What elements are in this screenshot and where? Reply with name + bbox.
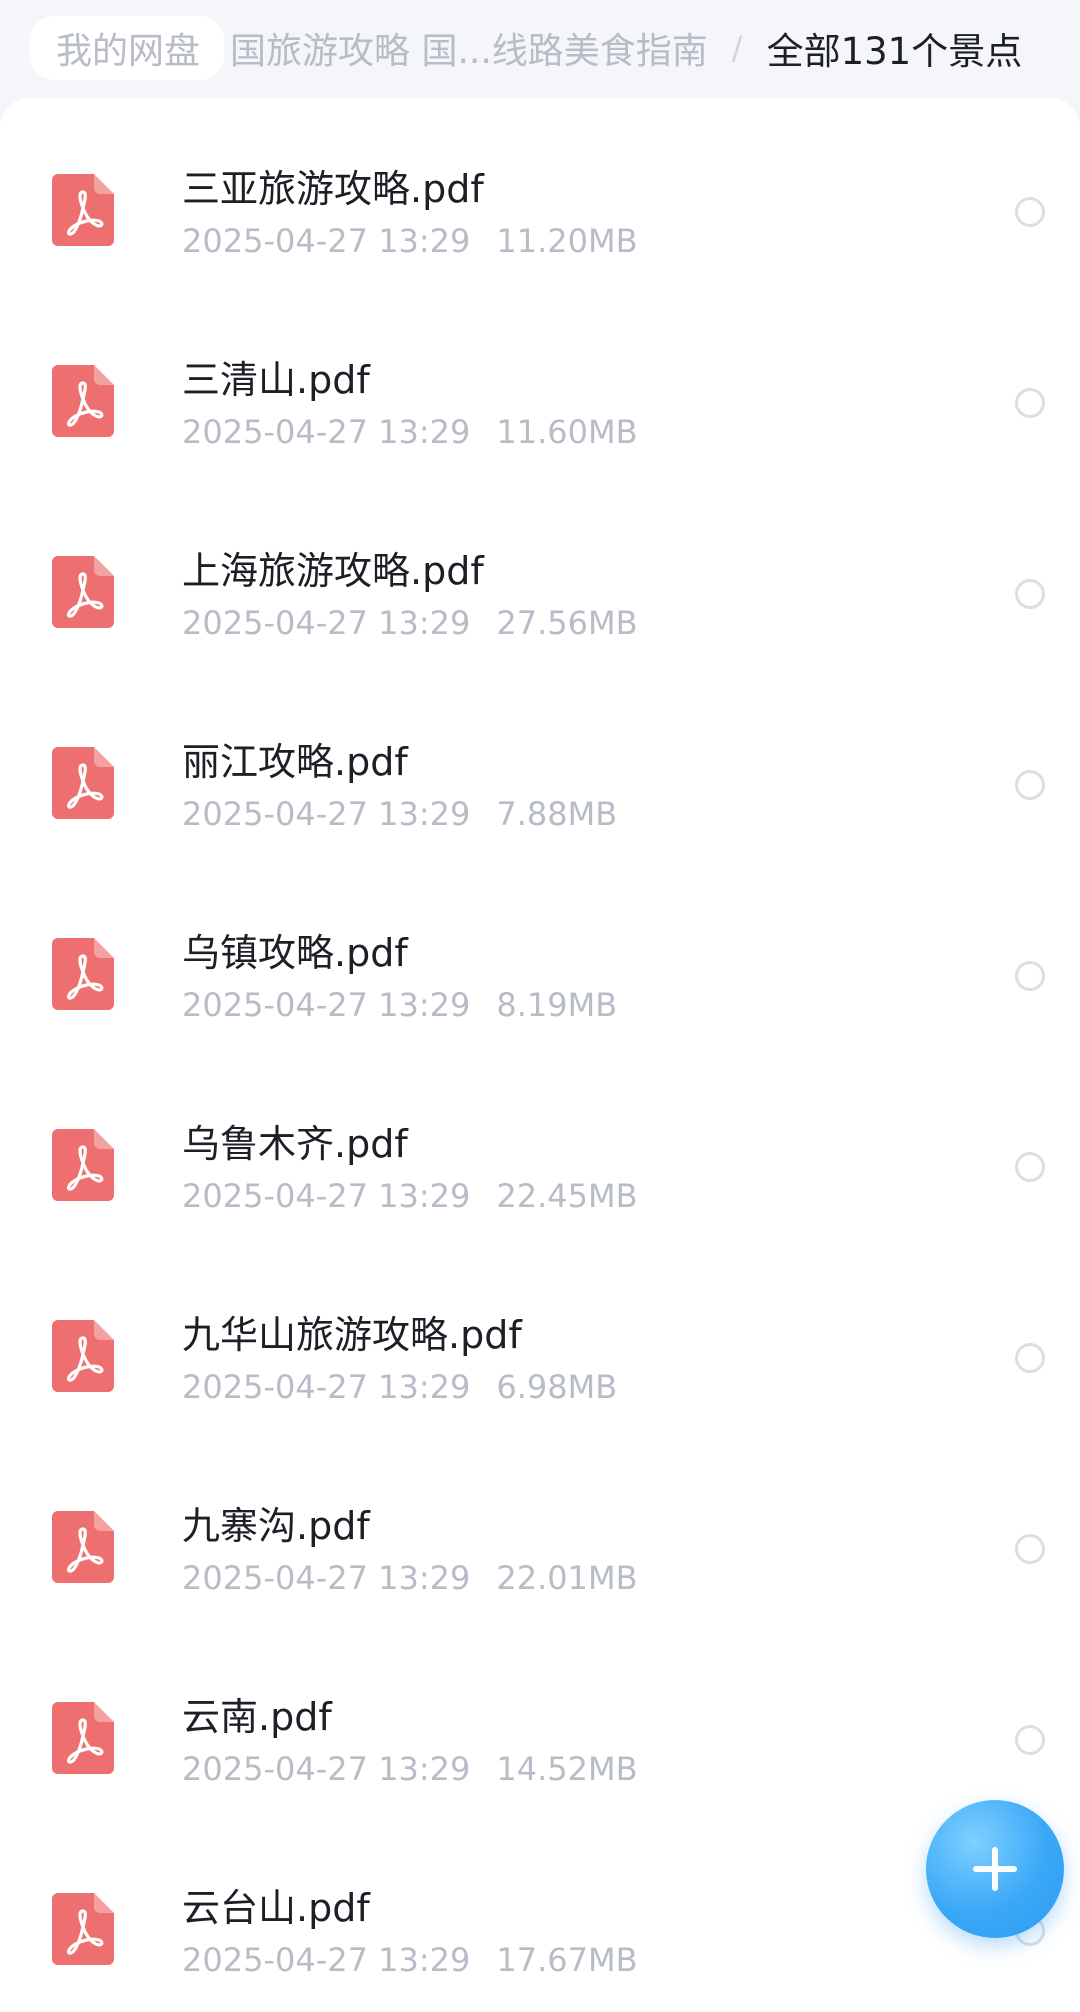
file-size: 22.01MB	[496, 1559, 638, 1597]
file-meta: 2025-04-27 13:29 6.98MB	[182, 1368, 617, 1406]
file-name: 九华山旅游攻略.pdf	[182, 1313, 522, 1357]
breadcrumb-separator: /	[731, 29, 743, 67]
file-size: 14.52MB	[496, 1750, 638, 1788]
file-date: 2025-04-27 13:29	[182, 604, 471, 642]
file-date: 2025-04-27 13:29	[182, 795, 471, 833]
file-name: 云台山.pdf	[182, 1886, 370, 1930]
file-list-card: 三亚旅游攻略.pdf 2025-04-27 13:29 11.20MB 三清山.p…	[0, 98, 1080, 2012]
pdf-icon	[52, 1129, 114, 1201]
file-date: 2025-04-27 13:29	[182, 1750, 471, 1788]
file-name: 三清山.pdf	[182, 358, 370, 402]
file-date: 2025-04-27 13:29	[182, 986, 471, 1024]
select-radio[interactable]	[1015, 1534, 1045, 1564]
file-name: 乌鲁木齐.pdf	[182, 1122, 408, 1166]
file-row[interactable]: 九寨沟.pdf 2025-04-27 13:29 22.01MB	[0, 1451, 1080, 1642]
file-row[interactable]: 丽江攻略.pdf 2025-04-27 13:29 7.88MB	[0, 687, 1080, 878]
plus-icon	[973, 1847, 1017, 1891]
file-size: 7.88MB	[496, 795, 618, 833]
file-meta: 2025-04-27 13:29 11.20MB	[182, 222, 638, 260]
file-row[interactable]: 三亚旅游攻略.pdf 2025-04-27 13:29 11.20MB	[0, 114, 1080, 305]
file-name: 乌镇攻略.pdf	[182, 931, 408, 975]
pdf-icon	[52, 1320, 114, 1392]
file-date: 2025-04-27 13:29	[182, 413, 471, 451]
file-name: 云南.pdf	[182, 1695, 332, 1739]
file-date: 2025-04-27 13:29	[182, 222, 471, 260]
file-row[interactable]: 上海旅游攻略.pdf 2025-04-27 13:29 27.56MB	[0, 496, 1080, 687]
file-row[interactable]: 九华山旅游攻略.pdf 2025-04-27 13:29 6.98MB	[0, 1260, 1080, 1451]
pdf-icon	[52, 1511, 114, 1583]
select-radio[interactable]	[1015, 770, 1045, 800]
file-size: 6.98MB	[496, 1368, 618, 1406]
file-size: 27.56MB	[496, 604, 638, 642]
file-list: 三亚旅游攻略.pdf 2025-04-27 13:29 11.20MB 三清山.p…	[0, 114, 1080, 2012]
file-row[interactable]: 云台山.pdf 2025-04-27 13:29 17.67MB	[0, 1833, 1080, 2012]
file-name: 三亚旅游攻略.pdf	[182, 167, 484, 211]
pdf-icon	[52, 556, 114, 628]
file-meta: 2025-04-27 13:29 17.67MB	[182, 1941, 638, 1979]
breadcrumb-middle[interactable]: 国旅游攻略 国...线路美食指南	[230, 22, 708, 74]
select-radio[interactable]	[1015, 197, 1045, 227]
file-meta: 2025-04-27 13:29 14.52MB	[182, 1750, 638, 1788]
pdf-icon	[52, 174, 114, 246]
select-radio[interactable]	[1015, 961, 1045, 991]
file-meta: 2025-04-27 13:29 22.45MB	[182, 1177, 638, 1215]
add-button[interactable]	[926, 1800, 1064, 1938]
file-meta: 2025-04-27 13:29 22.01MB	[182, 1559, 638, 1597]
file-meta: 2025-04-27 13:29 7.88MB	[182, 795, 617, 833]
select-radio[interactable]	[1015, 388, 1045, 418]
file-date: 2025-04-27 13:29	[182, 1368, 471, 1406]
file-name: 九寨沟.pdf	[182, 1504, 370, 1548]
file-row[interactable]: 乌鲁木齐.pdf 2025-04-27 13:29 22.45MB	[0, 1069, 1080, 1260]
select-radio[interactable]	[1015, 1152, 1045, 1182]
file-row[interactable]: 乌镇攻略.pdf 2025-04-27 13:29 8.19MB	[0, 878, 1080, 1069]
file-date: 2025-04-27 13:29	[182, 1177, 471, 1215]
file-name: 丽江攻略.pdf	[182, 740, 408, 784]
pdf-icon	[52, 1893, 114, 1965]
file-browser-screen: 我的网盘 国旅游攻略 国...线路美食指南 / 全部131个景点 三亚旅游攻略.…	[0, 0, 1080, 2012]
file-size: 17.67MB	[496, 1941, 638, 1979]
select-radio[interactable]	[1015, 579, 1045, 609]
file-date: 2025-04-27 13:29	[182, 1941, 471, 1979]
file-date: 2025-04-27 13:29	[182, 1559, 471, 1597]
file-meta: 2025-04-27 13:29 8.19MB	[182, 986, 617, 1024]
file-size: 22.45MB	[496, 1177, 638, 1215]
select-radio[interactable]	[1015, 1343, 1045, 1373]
pdf-icon	[52, 1702, 114, 1774]
select-radio[interactable]	[1015, 1725, 1045, 1755]
file-row[interactable]: 云南.pdf 2025-04-27 13:29 14.52MB	[0, 1642, 1080, 1833]
file-size: 8.19MB	[496, 986, 618, 1024]
pdf-icon	[52, 938, 114, 1010]
file-meta: 2025-04-27 13:29 11.60MB	[182, 413, 638, 451]
breadcrumb-root[interactable]: 我的网盘	[30, 16, 225, 80]
breadcrumb: 我的网盘 国旅游攻略 国...线路美食指南 / 全部131个景点	[0, 0, 1080, 96]
file-size: 11.60MB	[496, 413, 638, 451]
pdf-icon	[52, 747, 114, 819]
file-size: 11.20MB	[496, 222, 638, 260]
breadcrumb-current: 全部131个景点	[766, 30, 1023, 73]
pdf-icon	[52, 365, 114, 437]
file-meta: 2025-04-27 13:29 27.56MB	[182, 604, 638, 642]
file-name: 上海旅游攻略.pdf	[182, 549, 484, 593]
file-row[interactable]: 三清山.pdf 2025-04-27 13:29 11.60MB	[0, 305, 1080, 496]
